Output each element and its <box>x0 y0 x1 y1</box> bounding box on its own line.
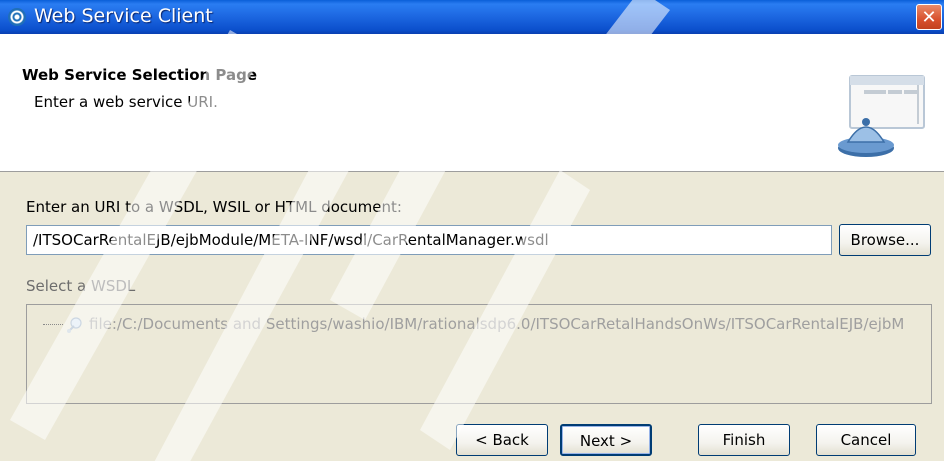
wsdl-tree[interactable]: file:/C:/Documents and Settings/washio/I… <box>26 304 932 404</box>
uri-input[interactable]: /ITSOCarRentalEJB/ejbModule/META-INF/wsd… <box>26 225 832 255</box>
back-button[interactable]: < Back <box>456 424 548 456</box>
close-button[interactable]: ✕ <box>916 4 942 30</box>
select-wsdl-label: Select a WSDL <box>26 277 136 295</box>
next-button[interactable]: Next > <box>560 424 652 456</box>
page-description: Enter a web service URI. <box>34 93 218 111</box>
cancel-button[interactable]: Cancel <box>816 424 916 456</box>
uri-label: Enter an URI to a WSDL, WSIL or HTML doc… <box>26 198 402 216</box>
web-service-wizard-icon <box>838 75 925 157</box>
wsdl-file-icon <box>67 316 82 333</box>
wsdl-tree-item[interactable]: file:/C:/Documents and Settings/washio/I… <box>43 315 904 334</box>
title-bar: Web Service Client ✕ <box>0 0 944 34</box>
finish-button[interactable]: Finish <box>698 424 790 456</box>
wsdl-tree-item-label: file:/C:/Documents and Settings/washio/I… <box>89 315 905 333</box>
window-title: Web Service Client <box>34 5 213 27</box>
tree-connector <box>43 324 63 325</box>
web-service-icon <box>8 8 26 26</box>
browse-button[interactable]: Browse... <box>839 224 931 256</box>
page-title: Web Service Selection Page <box>22 66 258 84</box>
